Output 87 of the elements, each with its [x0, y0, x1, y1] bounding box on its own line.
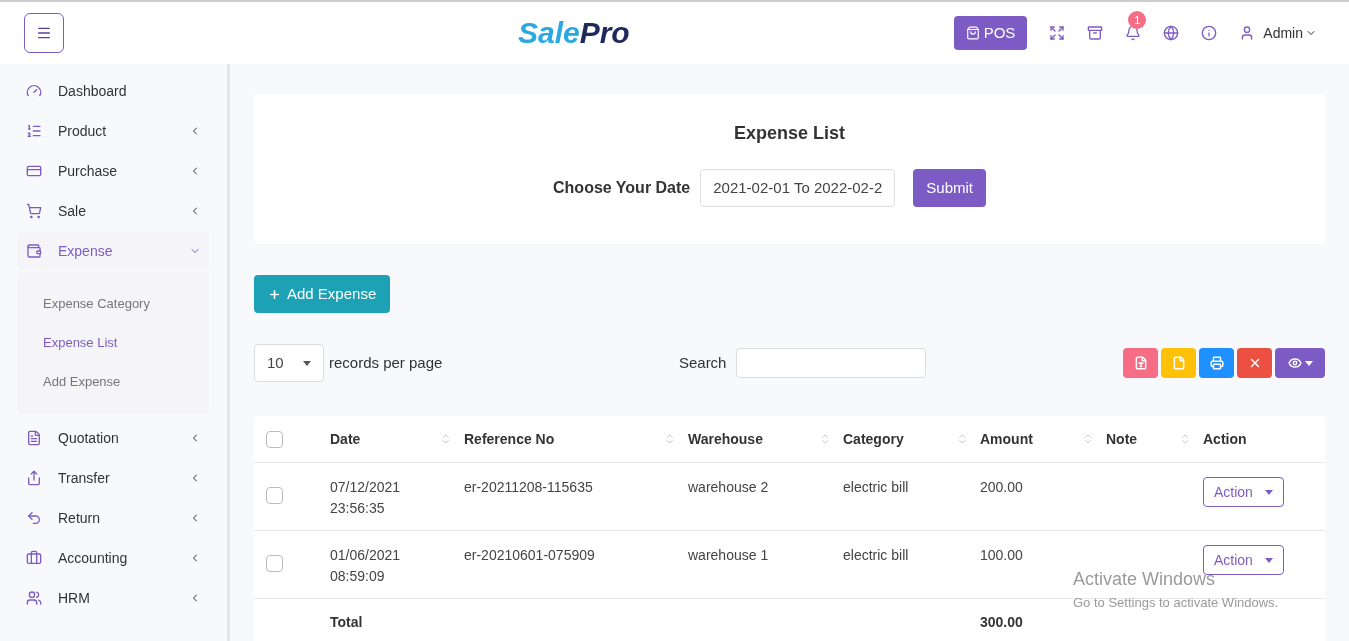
document-icon [1171, 356, 1186, 370]
sort-icon[interactable] [956, 433, 968, 445]
column-header[interactable]: Note [1106, 428, 1179, 450]
notification-icon[interactable] [1125, 25, 1142, 41]
menu-button[interactable] [24, 13, 64, 53]
plus-icon [268, 287, 281, 301]
warehouse-cell-text: warehouse 2 [688, 478, 770, 497]
sort-icon[interactable] [664, 433, 676, 445]
sort-icon[interactable] [1082, 433, 1094, 445]
sort-icon[interactable] [440, 433, 452, 445]
menu-item-icon [26, 430, 42, 446]
column-header[interactable]: Warehouse [688, 428, 819, 450]
logo[interactable]: SalePro [517, 18, 630, 48]
submenu-item[interactable]: Expense Category [18, 284, 209, 323]
menu-item-icon [26, 243, 42, 259]
sort-icon[interactable] [1179, 433, 1191, 445]
action-dropdown[interactable]: Action [1203, 545, 1284, 575]
sidebar-item[interactable]: Expense [18, 232, 209, 270]
date-cell-text: 07/12/2021 23:56:35 [330, 478, 402, 518]
row-checkbox[interactable] [266, 555, 283, 572]
export-button[interactable] [1275, 348, 1325, 378]
sidebar-item[interactable]: Return [18, 499, 209, 537]
menu-item-icon [26, 163, 42, 179]
export-button[interactable] [1237, 348, 1272, 378]
menu-item-icon [26, 470, 42, 486]
caret-icon [1264, 489, 1273, 495]
pos-button[interactable]: POS [953, 16, 1028, 50]
sidebar-item[interactable]: Sale [18, 192, 209, 230]
info-icon[interactable] [1201, 25, 1218, 41]
action-dropdown[interactable]: Action [1203, 477, 1284, 507]
sidebar-item[interactable]: HRM [18, 579, 209, 617]
caret-icon [1304, 360, 1313, 366]
menu-item-icon [26, 123, 42, 139]
date-range-field[interactable]: 2021-02-01 To 2022-02-2 [700, 169, 896, 207]
submit-button[interactable]: Submit [913, 169, 986, 207]
export-button[interactable] [1199, 348, 1234, 378]
amount-cell: 100.00 [980, 547, 1023, 563]
user-menu[interactable]: Admin [1239, 22, 1317, 44]
row-checkbox[interactable] [266, 487, 283, 504]
notification-badge: 1 [1128, 11, 1147, 29]
date-label: Choose Your Date [553, 178, 691, 198]
date-cell-text: 01/06/2021 08:59:09 [330, 546, 402, 586]
reference-cell-text: er-20210601-075909 [464, 546, 596, 565]
page-size-label: records per page [329, 352, 443, 373]
column-header[interactable]: Action [1203, 428, 1313, 450]
select-all-checkbox[interactable] [266, 430, 283, 448]
caret-icon [303, 360, 311, 366]
column-header[interactable]: Date [330, 428, 440, 450]
sidebar-item[interactable]: Accounting [18, 539, 209, 577]
warehouse-cell-text: warehouse 1 [688, 546, 770, 565]
sidebar-item[interactable]: Quotation [18, 419, 209, 457]
sidebar-item[interactable]: Transfer [18, 459, 209, 497]
amount-cell: 200.00 [980, 479, 1023, 495]
activation-notice-text: Go to Settings to activate Windows. [1073, 594, 1279, 612]
total-label: Total [330, 612, 364, 632]
column-header[interactable]: Amount [980, 428, 1082, 450]
category-cell-text: electric bill [843, 478, 910, 497]
page-size-select[interactable]: 10 [254, 344, 324, 382]
sort-icon[interactable] [819, 433, 831, 445]
menu-icon [36, 25, 52, 41]
page-title: Expense List [733, 122, 845, 145]
sidebar-item[interactable]: Product [18, 112, 209, 150]
reference-cell-text: er-20211208-115635 [464, 478, 594, 497]
menu-item-icon [26, 550, 42, 566]
total-amount: 300.00 [980, 612, 1023, 632]
submenu-item[interactable]: Add Expense [18, 362, 209, 401]
search-label: Search [678, 352, 727, 373]
submenu-item[interactable]: Expense List [18, 323, 209, 362]
fullscreen-icon[interactable] [1049, 25, 1066, 41]
pdf-icon [1133, 356, 1148, 370]
menu-item-icon [26, 83, 42, 99]
export-button[interactable] [1123, 348, 1158, 378]
globe-icon[interactable] [1163, 25, 1180, 41]
column-header[interactable]: Reference No [464, 428, 664, 450]
printer-icon [1209, 356, 1224, 370]
category-cell-text: electric bill [843, 546, 910, 565]
menu-item-icon [26, 203, 42, 219]
sidebar-item[interactable]: Purchase [18, 152, 209, 190]
eye-icon [1287, 356, 1302, 370]
caret-icon [1264, 557, 1273, 563]
search-field[interactable] [736, 348, 927, 378]
bag-icon [965, 26, 980, 40]
menu-item-icon [26, 510, 42, 526]
sidebar-item[interactable]: Dashboard [18, 72, 209, 110]
column-header[interactable]: Category [843, 428, 956, 450]
box-icon[interactable] [1087, 25, 1104, 41]
menu-item-icon [26, 590, 42, 606]
